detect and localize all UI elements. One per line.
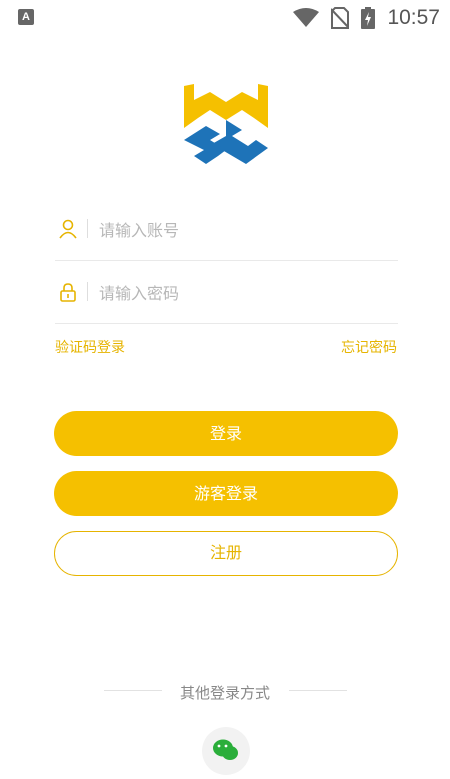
field-separator (87, 219, 88, 238)
battery-charging-icon (361, 7, 376, 29)
wechat-icon (213, 739, 238, 760)
guest-login-button[interactable]: 游客登录 (54, 471, 398, 516)
user-icon (59, 219, 77, 239)
wifi-icon (293, 8, 320, 27)
password-field (55, 261, 398, 324)
account-input[interactable] (97, 212, 391, 248)
password-input[interactable] (97, 275, 391, 311)
wechat-login-button[interactable] (202, 727, 250, 775)
app-notification-icon: A (18, 9, 34, 25)
status-icons: 10:57 (293, 6, 440, 30)
lock-icon (60, 283, 76, 302)
login-button[interactable]: 登录 (54, 411, 398, 456)
status-time: 10:57 (387, 6, 440, 29)
account-field (55, 198, 398, 261)
other-login-label: 其他登录方式 (179, 684, 270, 702)
register-button[interactable]: 注册 (54, 531, 398, 576)
forgot-password-link[interactable]: 忘记密码 (341, 337, 397, 357)
no-sim-icon (331, 7, 350, 29)
app-logo (184, 84, 268, 164)
field-separator (87, 282, 88, 301)
status-bar: A 10:57 (0, 0, 450, 36)
sms-login-link[interactable]: 验证码登录 (55, 337, 125, 357)
